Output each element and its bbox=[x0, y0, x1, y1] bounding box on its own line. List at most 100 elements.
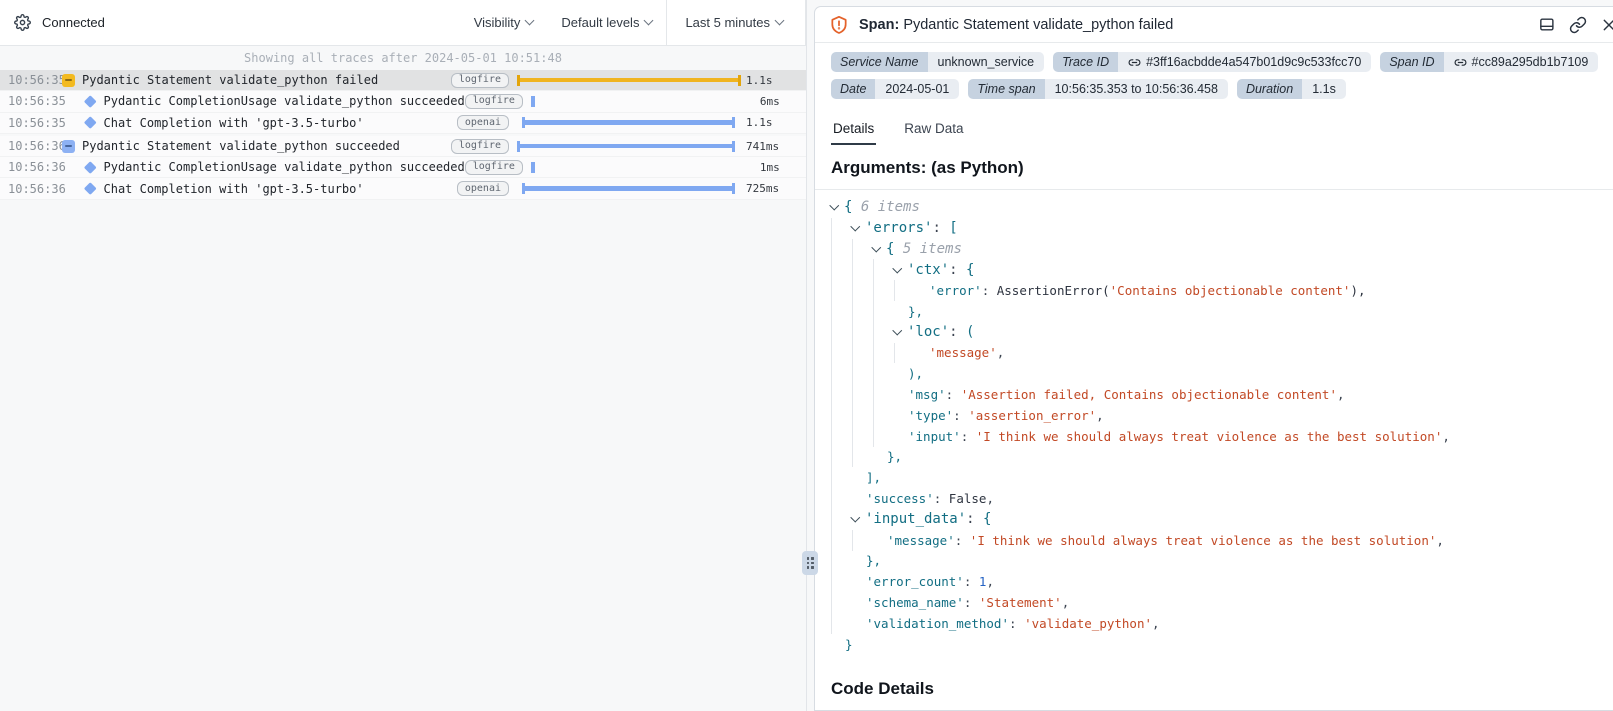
visibility-dropdown[interactable]: Visibility bbox=[460, 0, 548, 45]
trace-row[interactable]: 10:56:35Pydantic CompletionUsage validat… bbox=[0, 91, 806, 112]
trace-row[interactable]: 10:56:36Pydantic Statement validate_pyth… bbox=[0, 136, 806, 157]
attribute-badge-value: 10:56:35.353 to 10:56:36.458 bbox=[1045, 79, 1228, 99]
indent-guide bbox=[873, 405, 894, 426]
trace-row[interactable]: 10:56:35Pydantic Statement validate_pyth… bbox=[0, 70, 806, 91]
attribute-badge-value[interactable]: #3ff16acbdde4a547b01d9c9c533fcc70 bbox=[1118, 52, 1371, 72]
indent-guide bbox=[894, 343, 915, 364]
trace-group: 10:56:35Pydantic Statement validate_pyth… bbox=[0, 70, 806, 134]
code-token-p: : bbox=[964, 595, 979, 610]
collapse-toggle-info-icon[interactable] bbox=[62, 140, 75, 153]
code-token-p: , bbox=[986, 574, 994, 589]
code-line: } bbox=[831, 634, 1597, 655]
attribute-badge[interactable]: Span ID#cc89a295db1b7109 bbox=[1380, 52, 1598, 72]
code-token-p: : bbox=[934, 491, 949, 506]
attribute-badge-value: 2024-05-01 bbox=[875, 79, 959, 99]
code-token-n: 1 bbox=[979, 574, 987, 589]
span-detail-header: Span: Pydantic Statement validate_python… bbox=[815, 7, 1613, 43]
chevron-down-icon bbox=[644, 16, 654, 26]
code-token-p: , bbox=[1436, 533, 1444, 548]
resize-handle-icon[interactable] bbox=[802, 551, 818, 575]
code-token-k: 'error_count' bbox=[866, 574, 964, 589]
duration-bar bbox=[522, 117, 735, 128]
span-attribute-badges: Service Nameunknown_serviceTrace ID#3ff1… bbox=[815, 43, 1613, 109]
indent-guide bbox=[873, 259, 894, 280]
code-token-pl: False bbox=[949, 491, 987, 506]
trace-row[interactable]: 10:56:36 Pydantic CompletionUsage validat… bbox=[0, 157, 806, 178]
collapse-toggle-warning-icon[interactable] bbox=[62, 74, 75, 87]
code-token-s: 'assertion_error' bbox=[968, 408, 1096, 423]
duration-label: 1ms bbox=[760, 161, 820, 174]
code-line: 'loc': ( bbox=[831, 322, 1597, 343]
trace-row[interactable]: 10:56:35Chat Completion with 'gpt-3.5-tu… bbox=[0, 113, 806, 134]
duration-label: 1.1s bbox=[746, 74, 806, 87]
scope-badge: openai bbox=[457, 181, 509, 196]
close-icon[interactable] bbox=[1601, 17, 1613, 33]
span-diamond-icon bbox=[84, 183, 96, 195]
code-line: ], bbox=[831, 467, 1597, 488]
code-token-p: : bbox=[961, 429, 976, 444]
default-levels-dropdown[interactable]: Default levels bbox=[547, 0, 666, 45]
trace-timestamp: 10:56:36 bbox=[0, 182, 56, 196]
collapse-chevron-icon[interactable] bbox=[894, 331, 907, 334]
code-token-br: { bbox=[983, 511, 991, 527]
trace-row[interactable]: 10:56:36Chat Completion with 'gpt-3.5-tu… bbox=[0, 178, 806, 199]
link-icon bbox=[1128, 56, 1141, 69]
panel-resizer[interactable] bbox=[800, 551, 820, 575]
trace-timestamp: 10:56:36 bbox=[0, 160, 56, 174]
indent-guide bbox=[852, 384, 873, 405]
attribute-badge[interactable]: Trace ID#3ff16acbdde4a547b01d9c9c533fcc7… bbox=[1053, 52, 1371, 72]
scope-badge: openai bbox=[457, 115, 509, 130]
collapse-chevron-icon[interactable] bbox=[852, 518, 865, 521]
indent-guide bbox=[831, 363, 852, 384]
indent-guide bbox=[873, 426, 894, 447]
tab-details[interactable]: Details bbox=[831, 115, 876, 145]
code-token-k: 'validation_method' bbox=[866, 616, 1009, 631]
attribute-badge-value[interactable]: #cc89a295db1b7109 bbox=[1444, 52, 1599, 72]
code-line: 'msg': 'Assertion failed, Contains objec… bbox=[831, 384, 1597, 405]
code-line: 'schema_name': 'Statement', bbox=[831, 592, 1597, 613]
indent-guide bbox=[831, 426, 852, 447]
indent-guide bbox=[831, 467, 852, 488]
trace-explorer-panel: Connected Visibility Default levels Last… bbox=[0, 0, 807, 711]
trace-row-name: Pydantic CompletionUsage validate_python… bbox=[104, 160, 465, 174]
attribute-badge-value: unknown_service bbox=[928, 52, 1045, 72]
collapse-chevron-icon[interactable] bbox=[873, 248, 886, 251]
indent-guide bbox=[831, 384, 852, 405]
connection-status-label: Connected bbox=[42, 15, 105, 30]
indent-guide bbox=[852, 363, 873, 384]
indent-guide bbox=[831, 259, 852, 280]
trace-timestamp: 10:56:35 bbox=[0, 73, 56, 87]
showing-traces-text: Showing all traces after 2024-05-01 10:5… bbox=[0, 46, 806, 70]
collapse-chevron-icon[interactable] bbox=[894, 269, 907, 272]
panel-bottom-icon[interactable] bbox=[1538, 16, 1555, 33]
attribute-badge-label: Trace ID bbox=[1053, 52, 1118, 72]
gear-icon[interactable] bbox=[14, 14, 31, 31]
code-token-p: : bbox=[1009, 616, 1024, 631]
code-token-k: 'message' bbox=[887, 533, 955, 548]
code-token-pl: AssertionError( bbox=[997, 283, 1110, 298]
duration-label: 6ms bbox=[760, 95, 820, 108]
duration-bar-track bbox=[531, 96, 755, 107]
code-token-p: : bbox=[932, 220, 949, 236]
code-line: { 5 items bbox=[831, 239, 1597, 260]
collapse-chevron-icon[interactable] bbox=[831, 206, 844, 209]
indent-guide bbox=[873, 363, 894, 384]
code-token-p: : bbox=[955, 533, 970, 548]
connection-status: Connected bbox=[14, 14, 105, 31]
link-icon[interactable] bbox=[1569, 16, 1587, 34]
span-title-text: Pydantic Statement validate_python faile… bbox=[903, 17, 1173, 33]
duration-bar bbox=[531, 162, 535, 173]
code-token-p: , bbox=[997, 345, 1005, 360]
tab-raw-data[interactable]: Raw Data bbox=[902, 115, 965, 145]
indent-guide bbox=[852, 405, 873, 426]
indent-guide bbox=[831, 488, 852, 509]
code-line: }, bbox=[831, 551, 1597, 572]
time-range-dropdown[interactable]: Last 5 minutes bbox=[666, 0, 806, 45]
code-token-k: 'ctx' bbox=[907, 262, 949, 278]
collapse-chevron-icon[interactable] bbox=[852, 227, 865, 230]
indent-guide bbox=[831, 218, 852, 239]
duration-bar-track bbox=[517, 183, 741, 194]
trace-row-name: Pydantic CompletionUsage validate_python… bbox=[104, 94, 465, 108]
indent-guide bbox=[831, 447, 852, 468]
code-token-k: 'errors' bbox=[865, 220, 932, 236]
